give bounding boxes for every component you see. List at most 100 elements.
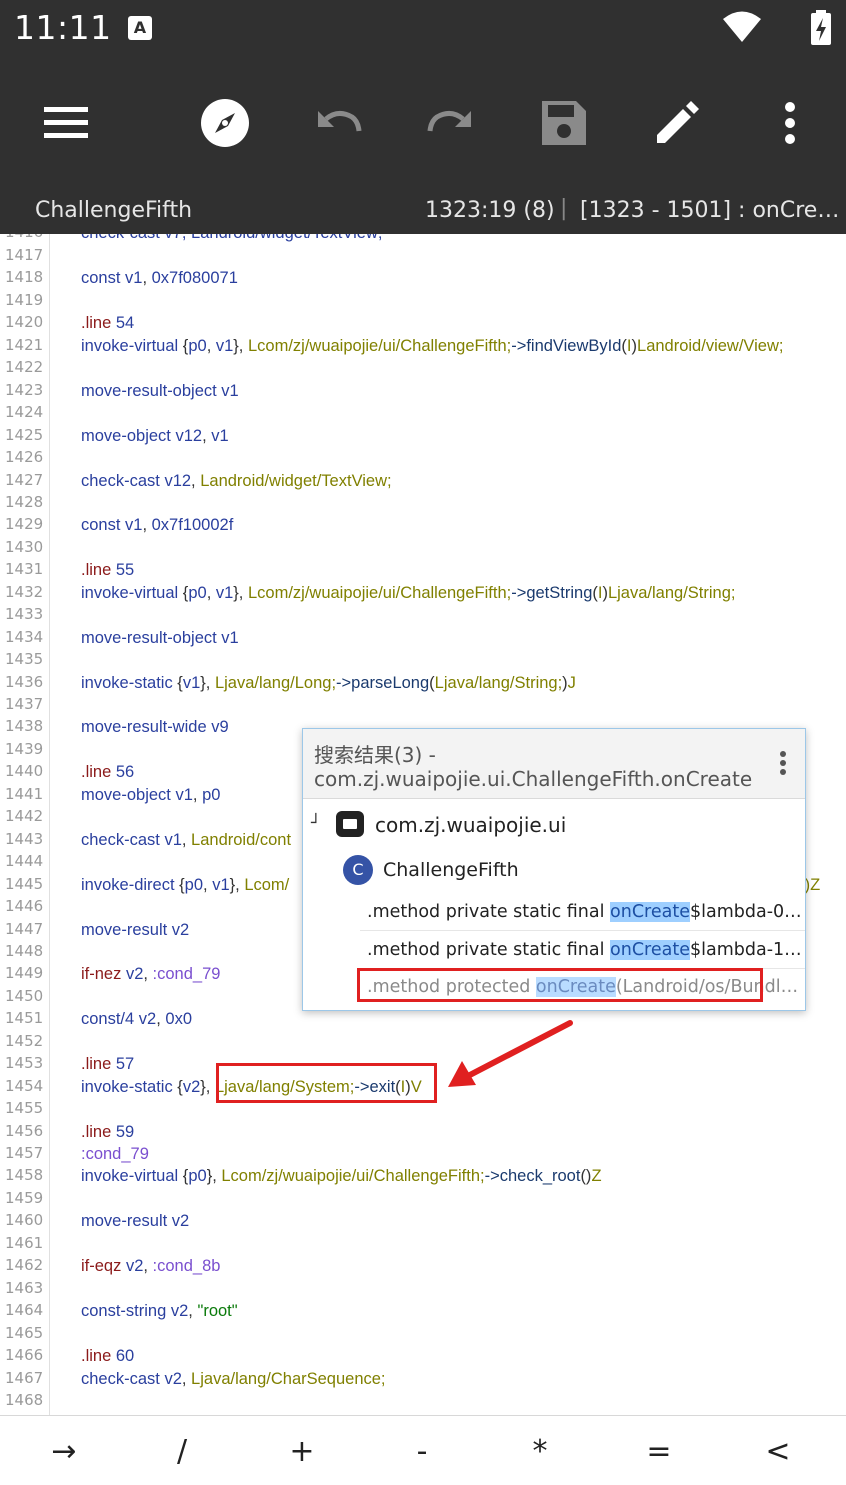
code-token: :cond_79 <box>81 1145 149 1163</box>
line-number: 1416 <box>5 234 43 241</box>
package-label: com.zj.wuaipojie.ui <box>375 813 567 837</box>
folder-icon <box>336 811 364 837</box>
search-result-item[interactable]: .method private static final onCreate$la… <box>360 932 805 969</box>
collapse-icon[interactable]: ┘ <box>311 813 321 832</box>
code-line[interactable]: 1431 .line 55 <box>0 559 846 581</box>
code-line[interactable]: 1458 invoke-virtual {p0}, Lcom/zj/wuaipoj… <box>0 1165 846 1187</box>
key-asterisk[interactable]: * <box>510 1434 570 1474</box>
code-line[interactable]: 1452 <box>0 1031 846 1053</box>
code-line[interactable]: 1465 <box>0 1323 846 1345</box>
code-token: ->findViewById <box>511 336 622 355</box>
code-line[interactable]: 1451 const/4 v2, 0x0 <box>0 1008 846 1030</box>
line-number: 1435 <box>5 650 44 669</box>
code-token: 0x7f080071 <box>151 269 238 288</box>
code-line[interactable]: 1427 check-cast v12, Landroid/widget/Text… <box>0 470 846 492</box>
code-token: .line <box>81 1055 112 1074</box>
code-line[interactable]: 1467 check-cast v2, Ljava/lang/CharSequen… <box>0 1368 846 1390</box>
key-plus[interactable]: + <box>272 1434 332 1474</box>
key-less-than[interactable]: < <box>748 1434 808 1474</box>
key-minus[interactable]: - <box>392 1434 452 1474</box>
code-line[interactable]: 1464 const-string v2, "root" <box>0 1300 846 1322</box>
key-equals[interactable]: = <box>629 1434 689 1474</box>
code-text: :cond_79 <box>81 1143 149 1165</box>
code-line[interactable]: 1420 .line 54 <box>0 312 846 334</box>
cursor-position: 1323:19 (8) <box>425 198 555 223</box>
code-token: { <box>178 336 189 355</box>
code-line[interactable]: 1433 <box>0 604 846 626</box>
code-token: v2 <box>182 1077 201 1096</box>
code-line[interactable]: 1419 <box>0 290 846 312</box>
code-token: v1 <box>120 516 143 535</box>
code-token: invoke-virtual <box>81 583 179 602</box>
tree-package-node[interactable]: ┘ com.zj.wuaipojie.ui <box>303 805 805 843</box>
code-line[interactable]: 1418 const v1, 0x7f080071 <box>0 267 846 289</box>
code-line[interactable]: 1429 const v1, 0x7f10002f <box>0 514 846 536</box>
code-text: move-result-wide v9 <box>81 716 229 738</box>
line-number: 1460 <box>5 1211 44 1230</box>
code-token: check-cast <box>81 830 160 849</box>
popup-more-icon[interactable] <box>773 749 793 779</box>
code-token: move-result-wide <box>81 718 207 737</box>
code-line[interactable]: 1424 <box>0 402 846 424</box>
search-result-item[interactable]: .method private static final onCreate$la… <box>360 894 805 931</box>
line-number: 1432 <box>5 582 44 601</box>
code-line[interactable]: 1468 <box>0 1390 846 1412</box>
code-line[interactable]: 1459 <box>0 1188 846 1210</box>
code-line[interactable]: 1425 move-object v12, v1 <box>0 425 846 447</box>
method-range[interactable]: [1323 - 1501] : onCre… <box>580 198 839 223</box>
code-token: Lcom/ <box>244 875 290 894</box>
code-line[interactable]: 1428 <box>0 492 846 514</box>
code-line[interactable]: 1426 <box>0 447 846 469</box>
result-suffix: $lambda-0(Landroid/os/Bundle;)V <box>689 902 805 922</box>
code-token: invoke-virtual <box>81 1167 179 1186</box>
code-token: v2 <box>121 965 144 984</box>
code-line[interactable]: 1437 <box>0 694 846 716</box>
code-line[interactable]: 1422 <box>0 357 846 379</box>
line-number: 1467 <box>5 1368 44 1387</box>
code-token: 54 <box>111 314 135 333</box>
code-token: move-result-object <box>81 381 217 400</box>
save-icon[interactable] <box>529 88 599 158</box>
code-line[interactable]: 1423 move-result-object v1 <box>0 380 846 402</box>
result-prefix: .method private static final <box>367 940 611 960</box>
code-token: check-cast <box>81 471 160 490</box>
code-line[interactable]: 1456 .line 59 <box>0 1121 846 1143</box>
undo-icon[interactable] <box>303 88 373 158</box>
key-slash[interactable]: / <box>152 1434 212 1474</box>
key-arrow[interactable]: → <box>34 1434 94 1474</box>
code-line[interactable]: 1434 move-result-object v1 <box>0 627 846 649</box>
code-token: Landroid/widget/TextView; <box>200 471 392 490</box>
code-line[interactable]: 1435 <box>0 649 846 671</box>
code-line[interactable]: 1436 invoke-static {v1}, Ljava/lang/Long;… <box>0 672 846 694</box>
compass-icon[interactable] <box>190 88 260 158</box>
code-line[interactable]: 1430 <box>0 537 846 559</box>
code-line[interactable]: 1417 <box>0 245 846 267</box>
code-token: v1 <box>212 875 230 894</box>
code-token: .line <box>81 1122 112 1141</box>
redo-icon[interactable] <box>416 88 486 158</box>
tree-class-node[interactable]: C ChallengeFifth <box>303 851 805 889</box>
menu-icon[interactable] <box>31 88 101 158</box>
line-number: 1443 <box>5 829 44 848</box>
code-token: , <box>143 1257 153 1276</box>
code-line[interactable]: 1432 invoke-virtual {p0, v1}, Lcom/zj/wua… <box>0 582 846 604</box>
edit-icon[interactable] <box>642 88 712 158</box>
code-line[interactable]: 1463 <box>0 1278 846 1300</box>
code-token: v1 <box>216 628 239 647</box>
code-line[interactable]: 1457:cond_79 <box>0 1143 846 1165</box>
code-line[interactable]: 1421 invoke-virtual {p0, v1}, Lcom/zj/wua… <box>0 335 846 357</box>
line-number: 1426 <box>5 448 44 467</box>
code-token: Lcom/zj/wuaipojie/ui/ChallengeFifth; <box>247 336 512 355</box>
more-vert-icon[interactable] <box>755 88 825 158</box>
code-line[interactable]: 1466 .line 60 <box>0 1345 846 1367</box>
code-token: v2 <box>134 1010 157 1029</box>
line-number: 1456 <box>5 1121 44 1140</box>
code-line[interactable]: 1460 move-result v2 <box>0 1210 846 1232</box>
code-token: }, <box>200 673 215 692</box>
code-text: check-cast v12, Landroid/widget/TextView… <box>81 470 392 492</box>
code-line[interactable]: 1462 if-eqz v2, :cond_8b <box>0 1255 846 1277</box>
info-separator: | <box>560 196 568 221</box>
code-line[interactable]: 1461 <box>0 1233 846 1255</box>
line-number: 1434 <box>5 627 44 646</box>
code-token: , <box>191 471 201 490</box>
